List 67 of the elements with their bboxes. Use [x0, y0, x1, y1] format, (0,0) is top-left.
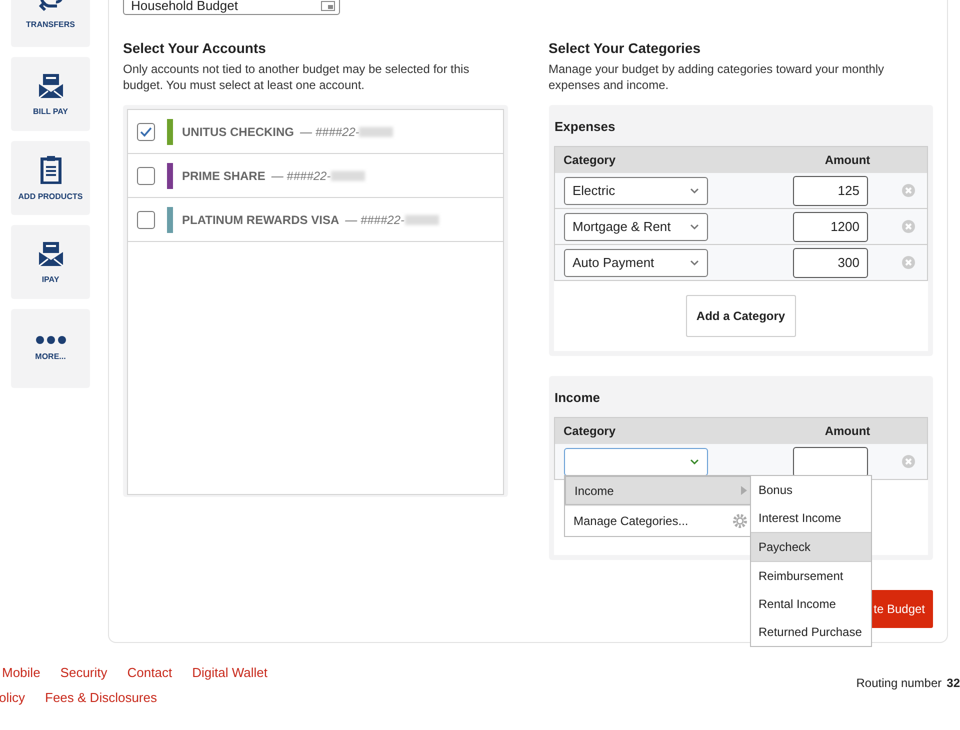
menu-item[interactable]: Bonus: [750, 476, 870, 504]
checkbox[interactable]: [137, 210, 155, 228]
chevron-down-icon: [690, 260, 698, 266]
section-title: Select Your Accounts: [123, 40, 267, 56]
redacted-block: [330, 170, 365, 180]
remove-icon[interactable]: [902, 220, 914, 233]
footer-link[interactable]: Digital Wallet: [192, 665, 268, 680]
menu-item[interactable]: Interest Income: [750, 504, 870, 532]
envelope-icon: [38, 240, 64, 266]
chevron-down-icon: [690, 224, 698, 230]
routing-label: Routing number: [856, 676, 942, 690]
nav-tile[interactable]: TRANSFERS: [11, 0, 90, 47]
account-name: UNITUS CHECKING: [182, 124, 294, 138]
account-number: — ####22-: [345, 212, 404, 226]
account-number: — ####22-: [271, 168, 331, 182]
gear-icon: [732, 513, 748, 529]
nav-tile[interactable]: ADD PRODUCTS: [11, 141, 90, 215]
card-icon: [321, 0, 335, 10]
chevron-down-icon: [690, 188, 698, 194]
remove-icon[interactable]: [902, 256, 914, 269]
menu-item[interactable]: Reimbursement: [750, 562, 870, 590]
remove-icon[interactable]: [902, 184, 914, 197]
column-header: Amount: [824, 424, 872, 438]
clipboard-icon: [40, 156, 62, 184]
amount-field[interactable]: 1200: [792, 212, 868, 242]
column-header: Amount: [824, 153, 872, 167]
routing-number: 32: [946, 676, 960, 690]
footer-link[interactable]: Mobile: [2, 665, 40, 680]
menu-item[interactable]: Rental Income: [750, 590, 870, 618]
section-description: Only accounts not tied to another budget may be selected for this budget. You must select at least one account.: [123, 61, 470, 93]
amount-field[interactable]: 300: [792, 248, 868, 278]
redacted-block: [404, 214, 438, 224]
footer-link[interactable]: Contact: [127, 665, 172, 680]
checkbox[interactable]: [137, 166, 155, 184]
menu-item[interactable]: Income: [564, 476, 752, 505]
panel-title: Expenses: [554, 119, 616, 134]
footer-link[interactable]: Fees & Disclosures: [45, 690, 157, 705]
envelope-icon: [38, 72, 64, 98]
panel-title: Income: [554, 390, 602, 405]
category-select[interactable]: Mortgage & Rent: [564, 212, 708, 240]
menu-item[interactable]: Paycheck: [750, 532, 870, 562]
category-select[interactable]: Electric: [564, 176, 708, 204]
submenu-arrow-icon: [740, 486, 746, 495]
budget-name-field[interactable]: Household Budget: [123, 0, 340, 15]
category-select[interactable]: [564, 448, 708, 476]
menu-item[interactable]: Returned Purchase: [750, 618, 870, 646]
section-description: Manage your budget by adding categories toward your monthly expenses and income.: [548, 61, 886, 93]
add-category-button[interactable]: Add a Category: [686, 295, 796, 337]
chevron-down-icon: [690, 458, 698, 464]
nav-tile[interactable]: BILL PAY: [11, 57, 90, 131]
more-icon: [36, 336, 66, 344]
checkbox[interactable]: [137, 122, 155, 140]
account-name: PRIME SHARE: [182, 168, 266, 182]
account-number: — ####22-: [300, 124, 360, 138]
footer-link[interactable]: Security: [60, 665, 108, 680]
amount-field[interactable]: [792, 446, 868, 476]
create-budget-button[interactable]: te Budget: [871, 590, 933, 628]
remove-icon[interactable]: [902, 455, 914, 468]
section-title: Select Your Categories: [548, 40, 702, 56]
amount-field[interactable]: 125: [792, 176, 868, 206]
nav-tile[interactable]: MORE...: [11, 309, 90, 388]
column-header: Category: [562, 153, 617, 167]
redacted-block: [359, 126, 394, 136]
account-name: PLATINUM REWARDS VISA: [182, 212, 340, 226]
nav-tile[interactable]: IPAY: [11, 225, 90, 299]
category-select[interactable]: Auto Payment: [564, 248, 708, 276]
column-header: Category: [562, 424, 617, 438]
